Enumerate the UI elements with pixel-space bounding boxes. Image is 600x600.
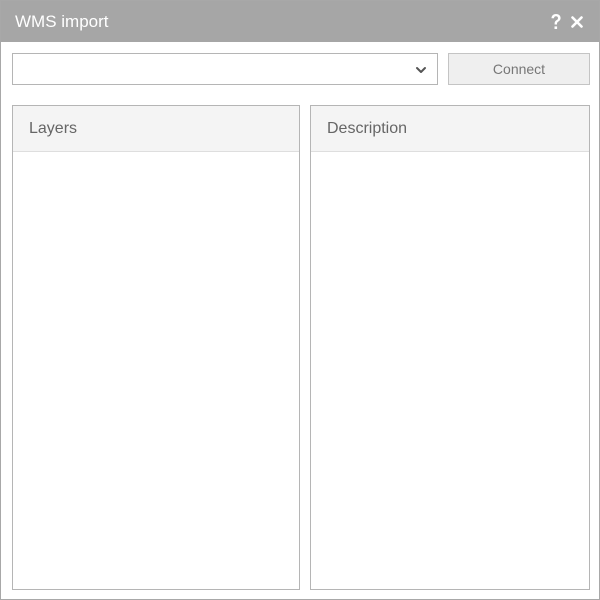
chevron-down-icon[interactable] [415,63,427,75]
connect-button[interactable]: Connect [448,53,590,85]
close-icon[interactable] [568,12,586,32]
description-panel: Description [310,105,590,590]
layers-list[interactable] [13,152,299,589]
layers-panel-title: Layers [29,120,78,137]
wms-import-dialog: WMS import Connect Layers Description [0,0,600,600]
titlebar[interactable]: WMS import [1,1,599,42]
wms-server-select[interactable] [12,53,438,85]
help-icon[interactable] [547,12,565,32]
dialog-title: WMS import [15,12,109,31]
description-panel-title: Description [327,120,408,137]
layers-panel: Layers [12,105,300,590]
description-text [311,152,589,589]
description-panel-header: Description [311,106,589,152]
layers-panel-header: Layers [13,106,299,152]
